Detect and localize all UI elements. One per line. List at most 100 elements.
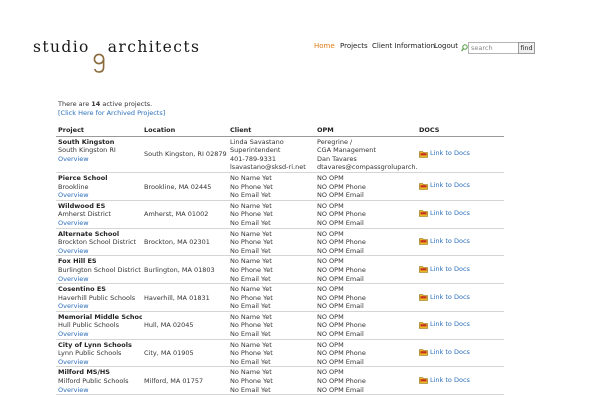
nav-logout[interactable]: Logout	[434, 42, 458, 50]
find-button[interactable]: find	[518, 42, 535, 54]
opm-email: NO OPM Email	[317, 302, 364, 311]
client-cell: No Name Yet No Phone Yet No Email Yet	[228, 200, 315, 229]
project-overview-link[interactable]: Overview	[58, 219, 140, 227]
location-cell: City, MA 01905	[142, 339, 228, 368]
nav-projects[interactable]: Projects	[340, 42, 368, 50]
opm-name: NO OPM	[317, 312, 344, 321]
docs-cell: Link to Docs	[417, 311, 504, 340]
project-overview-link[interactable]: Overview	[58, 330, 140, 338]
client-email: No Email Yet	[230, 357, 271, 366]
client-phone: No Phone Yet	[230, 377, 273, 386]
project-name: City of Lynn Schools	[58, 340, 132, 349]
location-cell: Milford, MA 01757	[142, 366, 228, 396]
client-email: No Email Yet	[230, 218, 271, 227]
project-overview-link[interactable]: Overview	[58, 191, 140, 199]
opm-phone: NO OPM Phone	[317, 238, 366, 247]
location-cell: Brockton, MA 02301	[142, 228, 228, 257]
opm-phone: NO OPM Phone	[317, 293, 366, 302]
link-to-docs[interactable]: Link to Docs	[419, 181, 470, 190]
folder-icon	[419, 210, 428, 218]
opm-cell: Peregrine / CGA Management Dan Tavares d…	[315, 136, 417, 173]
project-district: Haverhill Public Schools	[58, 293, 136, 302]
client-cell: No Name Yet No Phone Yet No Email Yet	[228, 228, 315, 257]
client-email: lsavastano@sksd-ri.net	[230, 163, 306, 172]
folder-icon	[419, 266, 428, 273]
nav-home[interactable]: Home	[314, 42, 335, 50]
project-cell: South Kingston South Kingston RI Overvie…	[56, 136, 142, 173]
link-to-docs-label: Link to Docs	[430, 292, 470, 301]
location-cell: Brookline, MA 02445	[142, 172, 228, 201]
opm-email: NO OPM Email	[317, 274, 364, 283]
project-overview-link[interactable]: Overview	[58, 247, 140, 255]
location-cell: Amherst, MA 01002	[142, 200, 228, 229]
opm-email: dtavares@compassgroluparch.com	[317, 163, 417, 172]
archived-projects-link[interactable]: [Click Here for Archived Projects]	[58, 109, 165, 117]
link-to-docs[interactable]: Link to Docs	[419, 209, 470, 218]
link-to-docs[interactable]: Link to Docs	[419, 348, 470, 357]
projects-table-body: South Kingston South Kingston RI Overvie…	[56, 136, 504, 396]
opm-contact-name: Dan Tavares	[317, 154, 357, 163]
link-to-docs-label: Link to Docs	[430, 348, 470, 357]
opm-firm-line-2: CGA Management	[317, 146, 376, 155]
opm-name: NO OPM	[317, 368, 344, 377]
client-name: No Name Yet	[230, 340, 272, 349]
link-to-docs[interactable]: Link to Docs	[419, 149, 470, 158]
client-name: No Name Yet	[230, 285, 272, 294]
link-to-docs[interactable]: Link to Docs	[419, 237, 470, 246]
docs-cell: Link to Docs	[417, 339, 504, 368]
opm-phone: NO OPM Phone	[317, 349, 366, 358]
client-name: No Name Yet	[230, 312, 272, 321]
link-to-docs-label: Link to Docs	[430, 320, 470, 329]
project-cell: Pierce School Brookline Overview	[56, 172, 142, 201]
client-phone: No Phone Yet	[230, 182, 273, 191]
link-to-docs[interactable]: Link to Docs	[419, 376, 470, 385]
logo-text-right: architects	[107, 38, 201, 56]
folder-icon	[419, 321, 428, 329]
location-cell: Burlington, MA 01803	[142, 255, 228, 285]
client-email: No Email Yet	[230, 302, 271, 311]
project-name: Milford MS/HS	[58, 368, 110, 377]
project-district: Brockton School District	[58, 238, 137, 247]
nav-client-information[interactable]: Client Information	[372, 42, 435, 50]
project-cell: City of Lynn Schools Lynn Public Schools O…	[56, 339, 142, 368]
client-cell: No Name Yet No Phone Yet No Email Yet	[228, 339, 315, 368]
column-header-docs: DOCS	[417, 124, 504, 137]
opm-email: NO OPM Email	[317, 191, 364, 200]
project-overview-link[interactable]: Overview	[58, 275, 140, 283]
summary-suffix: active projects.	[100, 100, 153, 108]
opm-cell: NO OPM NO OPM Phone NO OPM Email	[315, 172, 417, 201]
folder-icon	[419, 182, 428, 190]
link-to-docs[interactable]: Link to Docs	[419, 320, 470, 329]
project-cell: Milford MS/HS Milford Public Schools Overv…	[56, 366, 142, 396]
client-email: No Email Yet	[230, 191, 271, 200]
folder-icon	[419, 238, 428, 246]
search-input[interactable]	[468, 42, 521, 54]
client-name: No Name Yet	[230, 368, 272, 377]
project-overview-link[interactable]: Overview	[58, 358, 140, 366]
client-cell: No Name Yet No Phone Yet No Email Yet	[228, 311, 315, 340]
project-district: Hull Public Schools	[58, 321, 119, 330]
studio-g-architects-logo[interactable]: studiogarchitects	[33, 36, 201, 73]
link-to-docs-label: Link to Docs	[430, 375, 470, 384]
link-to-docs[interactable]: Link to Docs	[419, 293, 470, 302]
client-cell: No Name Yet No Phone Yet No Email Yet	[228, 283, 315, 312]
location-cell: South Kingston, RI 02879	[142, 136, 228, 173]
table-row: Memorial Middle School Hull Public School…	[56, 311, 504, 340]
opm-phone: NO OPM Phone	[317, 265, 366, 274]
link-to-docs-label: Link to Docs	[430, 209, 470, 218]
table-row: Alternate School Brockton School District…	[56, 228, 504, 257]
active-projects-count-line: There are 14 active projects.	[58, 100, 165, 109]
project-overview-link[interactable]: Overview	[58, 386, 140, 394]
project-overview-link[interactable]: Overview	[58, 302, 140, 310]
client-phone: No Phone Yet	[230, 210, 273, 219]
projects-summary: There are 14 active projects. [Click Her…	[58, 100, 165, 118]
docs-cell: Link to Docs	[417, 172, 504, 201]
link-to-docs[interactable]: Link to Docs	[419, 265, 470, 274]
client-phone: 401-789-9331	[230, 154, 277, 163]
project-overview-link[interactable]: Overview	[58, 155, 140, 164]
client-phone: No Phone Yet	[230, 265, 273, 274]
column-header-location: Location	[142, 124, 228, 137]
location-cell: Hull, MA 02045	[142, 311, 228, 340]
opm-firm-line-1: Peregrine /	[317, 137, 353, 146]
project-name: Cosentino ES	[58, 285, 106, 294]
